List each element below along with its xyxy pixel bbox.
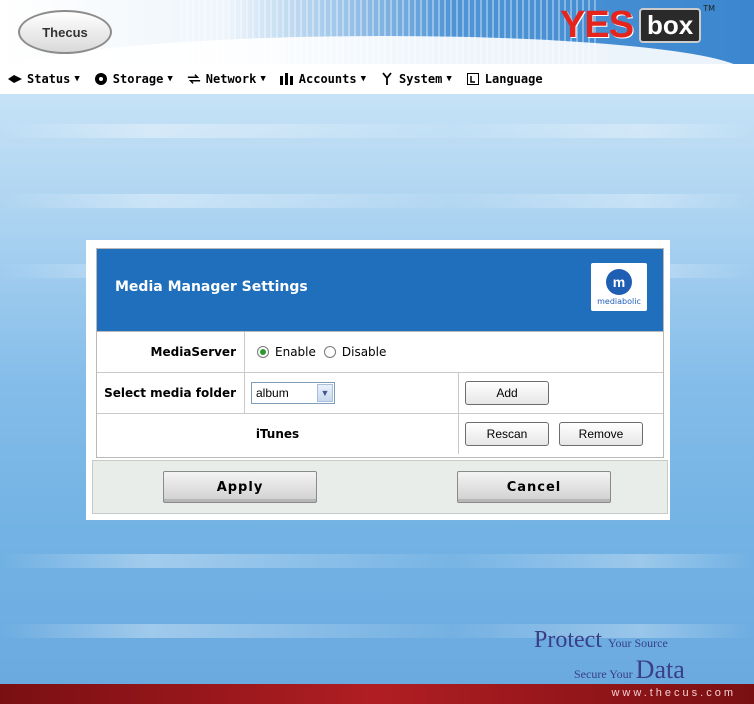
chevron-down-icon: ▼ — [360, 74, 366, 84]
itunes-row: iTunes Rescan Remove — [97, 414, 663, 454]
media-folder-select-value: album — [256, 386, 289, 400]
background-streak — [0, 194, 754, 208]
chevron-down-icon: ▼ — [167, 74, 173, 84]
mediabolic-logo: m mediabolic — [591, 263, 647, 311]
menu-system[interactable]: System ▼ — [380, 72, 452, 86]
mediabolic-icon: m — [606, 268, 632, 295]
add-button-cell: Add — [459, 373, 663, 413]
rescan-button[interactable]: Rescan — [465, 422, 549, 446]
background-streak — [0, 554, 754, 568]
menu-system-label: System — [399, 72, 443, 86]
box-logo-text: box — [639, 8, 702, 43]
media-folder-select[interactable]: album ▼ — [251, 382, 335, 404]
background-streak — [0, 124, 754, 138]
chevron-down-icon: ▼ — [260, 74, 266, 84]
yes-box-logo: YES box TM — [560, 4, 715, 47]
trademark-mark: TM — [703, 4, 716, 13]
mediabolic-logo-text: mediabolic — [597, 296, 641, 306]
apply-button[interactable]: Apply — [163, 471, 317, 503]
yes-logo-text: YES — [560, 4, 634, 46]
remove-button[interactable]: Remove — [559, 422, 643, 446]
itunes-actions: Rescan Remove — [459, 414, 663, 454]
enable-radio[interactable] — [257, 346, 269, 358]
media-server-options: Enable Disable — [245, 332, 663, 372]
slogan-data: Data — [635, 655, 685, 684]
status-icon — [8, 72, 22, 86]
media-folder-label: Select media folder — [97, 373, 245, 413]
chevron-down-icon: ▼ — [446, 74, 452, 84]
cancel-button[interactable]: Cancel — [457, 471, 611, 503]
menu-storage-label: Storage — [112, 72, 164, 86]
media-manager-dialog: Media Manager Settings m mediabolic Medi… — [86, 240, 670, 520]
menu-storage[interactable]: Storage ▼ — [94, 72, 173, 86]
settings-panel: Media Manager Settings m mediabolic Medi… — [96, 248, 664, 458]
menu-language[interactable]: Language — [466, 72, 543, 86]
slogan-your-source: Your Source — [607, 636, 668, 650]
slogan-line-2: Secure Your Data — [574, 655, 685, 685]
menu-network[interactable]: Network ▼ — [187, 72, 266, 86]
menu-status-label: Status — [27, 72, 71, 86]
menu-language-label: Language — [484, 72, 543, 86]
action-bar: Apply Cancel — [92, 460, 668, 514]
menu-network-label: Network — [205, 72, 257, 86]
menu-status[interactable]: Status ▼ — [8, 72, 80, 86]
chevron-down-icon: ▼ — [317, 384, 333, 402]
media-folder-row: Select media folder album ▼ Add — [97, 373, 663, 414]
add-button[interactable]: Add — [465, 381, 549, 405]
chevron-down-icon: ▼ — [74, 74, 80, 84]
menu-accounts[interactable]: Accounts ▼ — [279, 72, 366, 86]
slogan-secure-your: Secure Your — [574, 667, 633, 681]
network-icon — [187, 72, 201, 86]
footer-url[interactable]: www.thecus.com — [611, 687, 736, 699]
accounts-icon — [279, 72, 294, 86]
panel-header: Media Manager Settings m mediabolic — [97, 249, 663, 332]
media-folder-select-cell: album ▼ — [245, 373, 459, 413]
thecus-logo-text: Thecus — [42, 24, 88, 40]
media-server-row: MediaServer Enable Disable — [97, 332, 663, 373]
system-icon — [380, 72, 394, 86]
slogan-line-1: Protect Your Source — [534, 628, 685, 655]
disable-radio[interactable] — [323, 346, 336, 358]
slogan: Protect Your Source Secure Your Data — [534, 628, 685, 685]
page-title: Media Manager Settings — [115, 279, 308, 295]
disable-label[interactable]: Disable — [342, 345, 387, 359]
main-menu-bar: Status ▼ Storage ▼ Network ▼ Accounts ▼ … — [0, 64, 754, 94]
thecus-logo: Thecus — [18, 10, 112, 54]
language-icon — [466, 72, 480, 86]
slogan-protect: Protect — [534, 627, 602, 653]
header-banner: Thecus YES box TM — [0, 0, 754, 64]
itunes-label: iTunes — [97, 414, 459, 454]
menu-accounts-label: Accounts — [298, 72, 357, 86]
enable-label[interactable]: Enable — [275, 345, 316, 359]
media-server-label: MediaServer — [97, 332, 245, 372]
footer-bar: www.thecus.com — [0, 684, 754, 704]
storage-icon — [94, 72, 108, 86]
